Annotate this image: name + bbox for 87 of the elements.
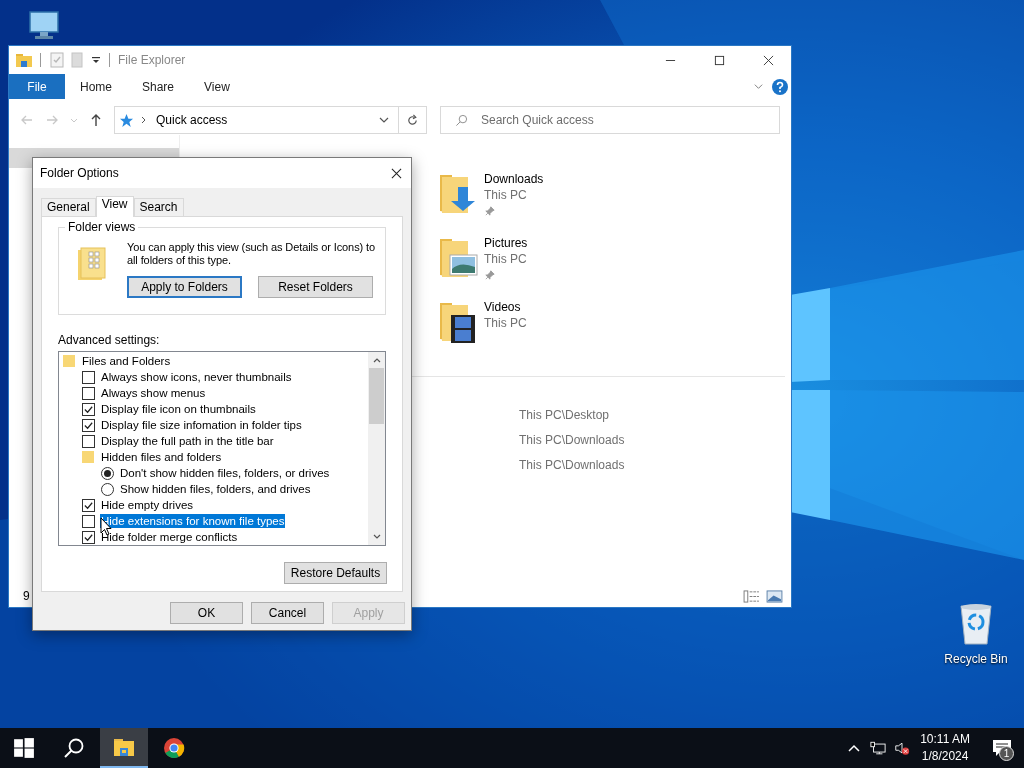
help-icon[interactable] (772, 78, 788, 95)
dialog-title: Folder Options (40, 166, 119, 180)
pin-icon[interactable] (485, 270, 495, 280)
setting-label[interactable]: Always show menus (100, 386, 207, 400)
speaker-muted-icon[interactable] (894, 740, 911, 756)
description-text: You can apply this view (such as Details or Icons) to all folders of this type. (127, 241, 377, 267)
setting-label[interactable]: Don't show hidden files, folders, or drives (119, 466, 331, 480)
folder-name[interactable]: Downloads (484, 171, 544, 187)
checkbox[interactable] (82, 434, 95, 448)
clock-date[interactable]: 1/8/2024 (921, 748, 969, 765)
setting-label[interactable]: Always show icons, never thumbnails (100, 370, 293, 384)
folder-location: This PC (484, 315, 527, 331)
scrollbar[interactable] (368, 352, 385, 545)
status-text: 9 (23, 589, 30, 603)
section-label: Advanced settings: (58, 333, 161, 347)
star-icon (119, 112, 134, 128)
folder-name[interactable]: Pictures (484, 235, 528, 251)
restore-defaults-button[interactable]: Restore Defaults (284, 562, 387, 584)
checkbox[interactable] (82, 370, 95, 384)
refresh-icon (406, 113, 419, 127)
checkbox[interactable] (82, 418, 95, 432)
chevron-right-icon (140, 116, 148, 124)
search-field[interactable]: Search Quick access (440, 106, 780, 134)
pin-icon[interactable] (485, 206, 495, 216)
scroll-down-icon[interactable] (371, 533, 382, 541)
setting-label[interactable]: Hidden files and folders (100, 450, 223, 464)
network-icon[interactable] (870, 740, 887, 756)
taskbar-button[interactable] (100, 728, 148, 768)
folder-icon (63, 355, 75, 367)
dialog-button[interactable]: Reset Folders (258, 276, 373, 298)
checkbox[interactable] (82, 386, 95, 400)
refresh-button[interactable] (399, 106, 427, 134)
address-path: Quick access (156, 113, 228, 127)
dialog-button[interactable]: Apply to Folders (127, 276, 242, 298)
search-icon (63, 737, 85, 759)
setting-label[interactable]: Show hidden files, folders, and drives (119, 482, 312, 496)
browser-icon (163, 737, 185, 759)
radio-button[interactable] (101, 482, 114, 496)
chevron-down-icon[interactable] (379, 115, 389, 125)
computer-icon[interactable] (28, 11, 60, 41)
folder-name[interactable]: Videos (484, 299, 527, 315)
dialog-button[interactable]: OK (170, 602, 243, 624)
folder-location: This PC (484, 187, 528, 203)
folder-icon[interactable] (16, 52, 32, 68)
setting-label[interactable]: Files and Folders (81, 354, 172, 368)
checkbox[interactable] (82, 402, 95, 416)
radio-button[interactable] (101, 466, 114, 480)
checkbox[interactable] (82, 530, 95, 544)
search-icon (455, 114, 468, 127)
file-path: This PC\Downloads (519, 432, 626, 449)
setting-label[interactable]: Display file size infomation in folder tips (100, 418, 303, 432)
windows-logo-icon (13, 737, 35, 759)
address-bar[interactable]: Quick access (114, 106, 399, 134)
desktop-icon-label[interactable]: Recycle Bin (944, 652, 1008, 666)
scroll-up-icon[interactable] (371, 356, 382, 364)
details-view-icon[interactable] (743, 589, 760, 603)
ribbon-tab[interactable]: Home (65, 74, 127, 99)
checkbox[interactable] (82, 514, 95, 528)
maximize-icon[interactable] (714, 54, 725, 66)
thumbnail-view-icon[interactable] (766, 589, 783, 603)
ribbon-tab[interactable]: Share (127, 74, 190, 99)
file-path: This PC\Desktop (519, 407, 611, 424)
notification-count-badge: 1 (999, 746, 1014, 761)
dropdown-icon[interactable] (91, 55, 101, 65)
folder-icon (113, 736, 135, 758)
window-title: File Explorer (118, 53, 186, 67)
close-icon[interactable] (391, 167, 402, 179)
folder-grid-icon (77, 247, 107, 281)
dialog-tab[interactable]: View (95, 196, 134, 217)
setting-label[interactable]: Hide folder merge conflicts (100, 530, 239, 544)
checkbox[interactable] (82, 498, 95, 512)
clock-time[interactable]: 10:11 AM (920, 731, 970, 748)
folder-location: This PC (484, 251, 528, 267)
dialog-tab[interactable]: General (41, 198, 96, 216)
file-path: This PC\Downloads (519, 457, 626, 474)
setting-label[interactable]: Display the full path in the title bar (100, 434, 275, 448)
setting-label[interactable]: Display file icon on thumbnails (100, 402, 257, 416)
dialog-tab[interactable]: Search (133, 198, 184, 216)
setting-label[interactable]: Hide empty drives (100, 498, 195, 512)
up-arrow-icon[interactable] (89, 113, 103, 127)
checkmark-document-icon[interactable] (49, 52, 65, 68)
group-box-title: Folder views (65, 220, 139, 234)
folder-icon (82, 451, 94, 463)
ribbon-tab[interactable]: View (189, 74, 245, 99)
close-icon[interactable] (763, 54, 774, 66)
folder-film-icon[interactable] (438, 301, 478, 345)
dialog-button[interactable]: Cancel (251, 602, 324, 624)
